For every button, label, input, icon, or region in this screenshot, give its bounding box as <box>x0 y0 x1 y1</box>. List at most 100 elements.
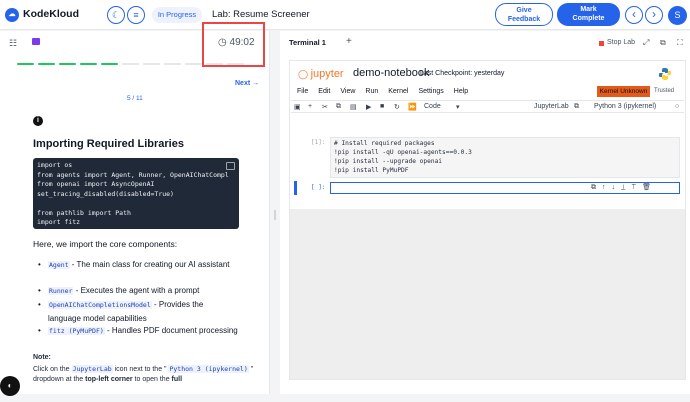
progress-segment <box>164 63 181 65</box>
list-item: • Agent - The main class for creating our… <box>38 260 230 269</box>
lab-title: Lab: Resume Screener <box>212 9 310 20</box>
delete-cell-icon[interactable]: 🗑 <box>642 184 657 191</box>
menu-view[interactable]: View <box>340 88 355 95</box>
list-item-text: - Executes the agent with a prompt <box>73 286 200 295</box>
intro-text: Here, we import the core components: <box>33 239 178 249</box>
run-icon[interactable]: ▶ <box>366 103 371 111</box>
python-logo-icon <box>659 68 671 80</box>
menu-file[interactable]: File <box>297 88 308 95</box>
page-indicator: 5 / 11 <box>127 95 143 102</box>
list-item: • OpenAIChatCompletionsModel - Provides t… <box>38 300 204 323</box>
stop-lab-button[interactable]: Stop Lab <box>607 39 635 46</box>
trusted-badge[interactable]: Trusted <box>654 88 674 94</box>
progress-segment <box>38 63 55 65</box>
kodekloud-logo-icon[interactable]: ☁ <box>5 8 19 22</box>
insert-above-icon[interactable]: ⊥ <box>621 184 632 191</box>
mark-complete-button[interactable]: Mark Complete <box>557 3 620 26</box>
avatar[interactable]: S <box>668 6 687 25</box>
note-bold: full <box>171 376 183 383</box>
list-item-text: - Handles PDF document processing <box>104 326 238 335</box>
copy-icon[interactable]: ⧉ <box>336 103 341 111</box>
external-link-icon[interactable]: ⧉ <box>660 38 666 48</box>
progress-segment <box>185 63 202 65</box>
save-icon[interactable]: ▣ <box>294 103 301 111</box>
chevron-down-icon[interactable]: ▾ <box>456 103 460 111</box>
mark-label-2: Complete <box>572 15 605 22</box>
cell-toolbar: ⧉↑↓⊥⊤🗑 <box>591 183 657 192</box>
stop-kernel-icon[interactable]: ■ <box>380 103 384 110</box>
menu-icon[interactable]: ≡ <box>127 6 145 24</box>
cell-type-select[interactable]: Code <box>424 103 441 110</box>
jupyter-logo[interactable]: ◯ jupyter <box>298 68 344 80</box>
note-label: Note: <box>33 354 51 361</box>
code-cell[interactable]: # Install required packages !pip install… <box>330 137 680 178</box>
notebook-menu-bar: File Edit View Run Kernel Settings Help <box>297 88 478 95</box>
inline-code: Python 3 (ipykernel) <box>168 365 249 373</box>
progress-segment <box>206 63 223 65</box>
note-bold: top-left corner <box>85 376 133 383</box>
copy-icon[interactable] <box>226 162 235 170</box>
kernel-idle-icon: ○ <box>675 103 680 110</box>
brand-name: KodeKloud <box>23 8 79 20</box>
menu-run[interactable]: Run <box>365 88 378 95</box>
kernel-name[interactable]: Python 3 (ipykernel) <box>594 103 656 110</box>
note-text: Click on the JupyterLab icon next to the… <box>33 364 263 385</box>
note-part: Click on the <box>33 366 72 373</box>
add-cell-icon[interactable]: + <box>308 103 312 110</box>
duplicate-cell-icon[interactable]: ⧉ <box>591 184 602 191</box>
code-block: import os from agents import Agent, Runn… <box>33 158 239 229</box>
paste-icon[interactable]: ▤ <box>350 103 357 111</box>
insert-below-icon[interactable]: ⊤ <box>632 184 643 191</box>
moon-icon[interactable]: ☾ <box>107 6 125 24</box>
kernel-status-badge[interactable]: Kernel Unknown <box>597 86 650 97</box>
chat-assistant-icon[interactable]: ◐ <box>0 376 20 396</box>
progress-segment <box>122 63 139 65</box>
next-link[interactable]: Next → <box>235 80 259 87</box>
active-cell-indicator <box>294 181 297 195</box>
inline-code: fitz (PyMuPDF) <box>48 327 105 335</box>
panel-resize-handle[interactable] <box>274 210 276 220</box>
tab-terminal-1[interactable]: Terminal 1 <box>289 38 326 47</box>
inline-code: Runner <box>48 287 74 295</box>
cut-icon[interactable]: ✂ <box>322 103 328 111</box>
move-up-icon[interactable]: ↑ <box>602 184 612 191</box>
progress-segment <box>227 63 244 65</box>
list-item: • Runner - Executes the agent with a prom… <box>38 286 200 295</box>
give-feedback-button[interactable]: Give Feedback <box>495 3 553 26</box>
prev-button[interactable]: ‹ <box>625 6 643 24</box>
notebook-toolbar: ▣ + ✂ ⧉ ▤ ▶ ■ ↻ ⏩ Code ▾ JupyterLab ⧉ Py… <box>291 100 684 113</box>
expand-icon[interactable]: ⤢ <box>643 38 649 48</box>
feedback-label-2: Feedback <box>507 16 541 23</box>
jupyter-wordmark: jupyter <box>310 68 344 80</box>
section-heading: Importing Required Libraries <box>33 138 184 150</box>
fast-forward-icon[interactable]: ⏩ <box>408 103 417 111</box>
mark-label-1: Mark <box>580 6 597 13</box>
list-icon[interactable]: ☷ <box>9 38 17 49</box>
menu-settings[interactable]: Settings <box>418 88 443 95</box>
inline-code: OpenAIChatCompletionsModel <box>48 301 152 309</box>
restart-icon[interactable]: ↻ <box>394 103 400 111</box>
jupyterlab-icon[interactable]: ⧉ <box>574 103 579 111</box>
menu-kernel[interactable]: Kernel <box>388 88 408 95</box>
note-part: icon next to the " <box>112 366 169 373</box>
chat-icon[interactable] <box>32 38 40 45</box>
status-badge: In Progress <box>152 7 202 23</box>
move-down-icon[interactable]: ↓ <box>612 184 622 191</box>
checkpoint-text: Last Checkpoint: yesterday <box>420 70 505 77</box>
menu-edit[interactable]: Edit <box>318 88 330 95</box>
progress-segment <box>59 63 76 65</box>
progress-segment <box>17 63 34 65</box>
progress-segment <box>80 63 97 65</box>
next-button[interactable]: › <box>645 6 663 24</box>
notebook-name[interactable]: demo-notebook <box>353 67 429 79</box>
info-icon: i <box>33 116 43 126</box>
stop-icon <box>599 41 604 46</box>
jupyterlab-button[interactable]: JupyterLab <box>534 103 569 110</box>
inline-code: Agent <box>48 261 70 269</box>
progress-segment <box>101 63 118 65</box>
timer-highlight-box <box>202 22 265 67</box>
menu-help[interactable]: Help <box>454 88 468 95</box>
fullscreen-icon[interactable]: ⛶ <box>677 38 683 48</box>
cell-prompt: [1]: <box>311 139 326 146</box>
new-tab-button[interactable]: + <box>346 36 352 47</box>
